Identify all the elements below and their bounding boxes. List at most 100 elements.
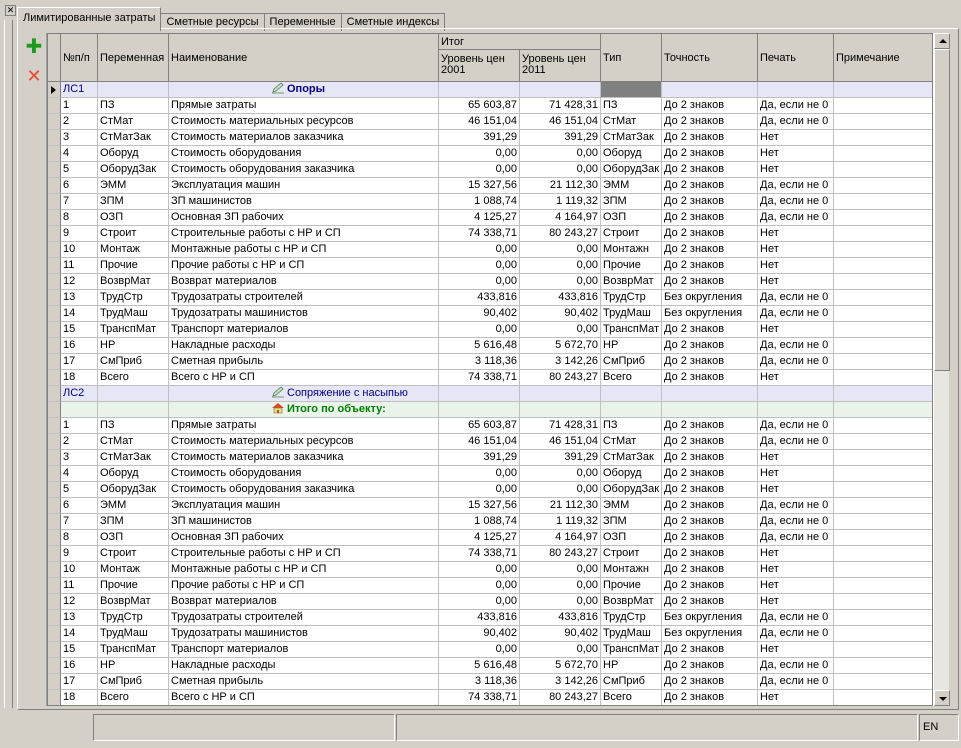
cell-var[interactable]: НР [98, 338, 169, 354]
cell-var[interactable]: ПЗ [98, 418, 169, 434]
cell-type[interactable]: Всего [601, 370, 662, 386]
table-row[interactable]: 13 ТрудСтр Трудозатраты строителей 433,816 4… [48, 290, 932, 306]
cell-note[interactable] [834, 290, 932, 306]
cell-v2011[interactable]: 5 672,70 [520, 338, 601, 354]
cell-name[interactable]: Стоимость материалов заказчика [169, 130, 439, 146]
section-cell-v2001[interactable] [439, 386, 520, 402]
cell-v2001[interactable]: 0,00 [439, 274, 520, 290]
cell-name[interactable]: Монтажные работы с НР и СП [169, 242, 439, 258]
costs-grid[interactable]: №п/п Переменная Наименование Итог Уровен… [47, 33, 933, 706]
cell-type[interactable]: СтМатЗак [601, 450, 662, 466]
cell-prec[interactable]: Без округления [662, 626, 758, 642]
cell-note[interactable] [834, 194, 932, 210]
cell-v2011[interactable]: 71 428,31 [520, 98, 601, 114]
table-row[interactable]: 16 НР Накладные расходы 5 616,48 5 672,70 НР Д… [48, 658, 932, 674]
cell-name[interactable]: Основная ЗП рабочих [169, 530, 439, 546]
cell-var[interactable]: СмПриб [98, 674, 169, 690]
cell-num[interactable]: 14 [61, 626, 98, 642]
header-precision[interactable]: Точность [662, 34, 758, 82]
cell-v2001[interactable]: 90,402 [439, 306, 520, 322]
cell-print[interactable]: Да, если не 0 [758, 658, 834, 674]
cell-type[interactable]: ОЗП [601, 530, 662, 546]
cell-prec[interactable]: До 2 знаков [662, 674, 758, 690]
cell-v2011[interactable]: 80 243,27 [520, 226, 601, 242]
cell-type[interactable]: СтМатЗак [601, 130, 662, 146]
cell-type[interactable]: ТрудСтр [601, 610, 662, 626]
header-total[interactable]: Итог [439, 34, 601, 50]
cell-note[interactable] [834, 466, 932, 482]
cell-v2001[interactable]: 433,816 [439, 610, 520, 626]
cell-type[interactable]: Прочие [601, 578, 662, 594]
cell-name[interactable]: Монтажные работы с НР и СП [169, 562, 439, 578]
cell-type[interactable]: Прочие [601, 258, 662, 274]
cell-var[interactable]: ЭММ [98, 498, 169, 514]
cell-v2001[interactable]: 4 125,27 [439, 210, 520, 226]
cell-var[interactable]: НР [98, 658, 169, 674]
cell-v2011[interactable]: 0,00 [520, 146, 601, 162]
total-row[interactable]: Итого по объекту: [48, 402, 932, 418]
cell-prec[interactable]: До 2 знаков [662, 370, 758, 386]
cell-prec[interactable]: Без округления [662, 306, 758, 322]
cell-v2011[interactable]: 90,402 [520, 626, 601, 642]
section-cell-type[interactable] [601, 402, 662, 418]
cell-note[interactable] [834, 690, 932, 705]
cell-num[interactable]: 1 [61, 418, 98, 434]
cell-var[interactable]: ЗПМ [98, 514, 169, 530]
cell-note[interactable] [834, 114, 932, 130]
cell-name[interactable]: Возврат материалов [169, 594, 439, 610]
cell-var[interactable]: Строит [98, 226, 169, 242]
cell-num[interactable]: 3 [61, 130, 98, 146]
cell-v2011[interactable]: 4 164,97 [520, 530, 601, 546]
table-row[interactable]: 4 Оборуд Стоимость оборудования 0,00 0,00 Обо… [48, 146, 932, 162]
section-cell-prec[interactable] [662, 386, 758, 402]
cell-name[interactable]: Накладные расходы [169, 658, 439, 674]
cell-v2001[interactable]: 4 125,27 [439, 530, 520, 546]
cell-prec[interactable]: До 2 знаков [662, 178, 758, 194]
header-num[interactable]: №п/п [61, 34, 98, 82]
cell-type[interactable]: ТранспМат [601, 642, 662, 658]
cell-v2011[interactable]: 0,00 [520, 642, 601, 658]
table-row[interactable]: 8 ОЗП Основная ЗП рабочих 4 125,27 4 164,97 О… [48, 210, 932, 226]
cell-v2001[interactable]: 0,00 [439, 322, 520, 338]
cell-note[interactable] [834, 146, 932, 162]
cell-v2011[interactable]: 3 142,26 [520, 674, 601, 690]
header-level-2001[interactable]: Уровень цен 2001 [439, 50, 520, 82]
cell-v2001[interactable]: 65 603,87 [439, 418, 520, 434]
cell-print[interactable]: Да, если не 0 [758, 338, 834, 354]
scroll-up-button[interactable] [934, 33, 950, 49]
cell-num[interactable]: 5 [61, 162, 98, 178]
table-row[interactable]: 15 ТранспМат Транспорт материалов 0,00 0,00 Т… [48, 642, 932, 658]
cell-print[interactable]: Да, если не 0 [758, 514, 834, 530]
cell-num[interactable]: 5 [61, 482, 98, 498]
cell-v2001[interactable]: 90,402 [439, 626, 520, 642]
cell-name[interactable]: Стоимость материалов заказчика [169, 450, 439, 466]
cell-num[interactable]: 2 [61, 114, 98, 130]
cell-prec[interactable]: До 2 знаков [662, 114, 758, 130]
cell-var[interactable]: ТрудМаш [98, 626, 169, 642]
cell-note[interactable] [834, 530, 932, 546]
cell-type[interactable]: Всего [601, 690, 662, 705]
cell-note[interactable] [834, 482, 932, 498]
cell-name[interactable]: Транспорт материалов [169, 322, 439, 338]
cell-print[interactable]: Нет [758, 258, 834, 274]
table-row[interactable]: 4 Оборуд Стоимость оборудования 0,00 0,00 Обо… [48, 466, 932, 482]
cell-num[interactable]: 9 [61, 226, 98, 242]
cell-prec[interactable]: До 2 знаков [662, 354, 758, 370]
table-row[interactable]: 1 ПЗ Прямые затраты 65 603,87 71 428,31 ПЗ До … [48, 418, 932, 434]
scroll-down-button[interactable] [934, 690, 950, 706]
cell-print[interactable]: Да, если не 0 [758, 210, 834, 226]
section-cell-num[interactable]: ЛС1 [61, 82, 98, 98]
cell-prec[interactable]: До 2 знаков [662, 130, 758, 146]
cell-num[interactable]: 1 [61, 98, 98, 114]
cell-prec[interactable]: До 2 знаков [662, 562, 758, 578]
cell-v2001[interactable]: 5 616,48 [439, 338, 520, 354]
cell-print[interactable]: Да, если не 0 [758, 418, 834, 434]
cell-v2011[interactable]: 80 243,27 [520, 690, 601, 705]
cell-var[interactable]: СмПриб [98, 354, 169, 370]
cell-var[interactable]: ВозврМат [98, 594, 169, 610]
table-row[interactable]: 12 ВозврМат Возврат материалов 0,00 0,00 Возв… [48, 274, 932, 290]
cell-print[interactable]: Нет [758, 322, 834, 338]
cell-v2011[interactable]: 0,00 [520, 466, 601, 482]
section-cell-type[interactable] [601, 386, 662, 402]
cell-v2001[interactable]: 0,00 [439, 562, 520, 578]
